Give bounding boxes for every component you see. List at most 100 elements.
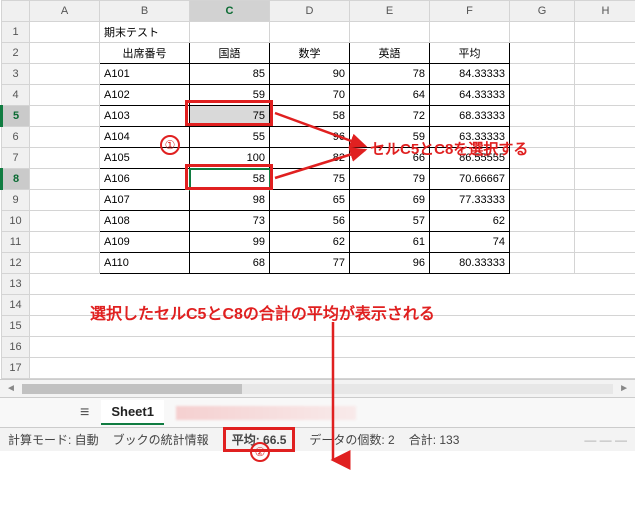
cell[interactable] xyxy=(510,211,575,232)
cell-s[interactable]: 56 xyxy=(270,211,350,232)
cell-avg[interactable]: 77.33333 xyxy=(430,190,510,211)
row-header-6[interactable]: 6 xyxy=(2,127,30,148)
col-header-H[interactable]: H xyxy=(575,1,635,22)
cell[interactable] xyxy=(510,169,575,190)
row-header-5[interactable]: 5 xyxy=(2,106,30,127)
cell[interactable] xyxy=(30,190,100,211)
cell[interactable] xyxy=(510,43,575,64)
cell[interactable] xyxy=(575,22,635,43)
cell[interactable] xyxy=(30,106,100,127)
hdr-id[interactable]: 出席番号 xyxy=(100,43,190,64)
cell-k[interactable]: 99 xyxy=(190,232,270,253)
cell[interactable] xyxy=(30,43,100,64)
hdr-eigo[interactable]: 英語 xyxy=(350,43,430,64)
row-header-9[interactable]: 9 xyxy=(2,190,30,211)
cell-s[interactable]: 75 xyxy=(270,169,350,190)
cell-avg[interactable]: 74 xyxy=(430,232,510,253)
row-header-17[interactable]: 17 xyxy=(2,358,30,379)
cell-e[interactable]: 69 xyxy=(350,190,430,211)
cell-avg[interactable]: 64.33333 xyxy=(430,85,510,106)
worksheet-area[interactable]: A B C D E F G H 1期末テスト 2 出席番号 国語 数学 英語 平… xyxy=(0,0,635,379)
all-sheets-icon[interactable]: ≡ xyxy=(80,404,89,422)
cell-avg[interactable]: 68.33333 xyxy=(430,106,510,127)
cell-k[interactable]: 98 xyxy=(190,190,270,211)
cell[interactable] xyxy=(575,85,635,106)
scroll-thumb[interactable] xyxy=(22,384,242,394)
row-header-16[interactable]: 16 xyxy=(2,337,30,358)
cell-s[interactable]: 77 xyxy=(270,253,350,274)
col-header-B[interactable]: B xyxy=(100,1,190,22)
cell-s[interactable]: 90 xyxy=(270,64,350,85)
cell[interactable] xyxy=(510,22,575,43)
cell[interactable] xyxy=(30,127,100,148)
cell-k[interactable]: 73 xyxy=(190,211,270,232)
cell-e[interactable]: 61 xyxy=(350,232,430,253)
status-calc-mode[interactable]: 計算モード: 自動 xyxy=(8,431,99,448)
cell-s[interactable]: 70 xyxy=(270,85,350,106)
cell-k[interactable]: 68 xyxy=(190,253,270,274)
cell[interactable] xyxy=(575,169,635,190)
col-header-G[interactable]: G xyxy=(510,1,575,22)
cell-s[interactable]: 96 xyxy=(270,127,350,148)
cell-avg[interactable]: 84.33333 xyxy=(430,64,510,85)
row-header-15[interactable]: 15 xyxy=(2,316,30,337)
col-header-D[interactable]: D xyxy=(270,1,350,22)
select-all-corner[interactable] xyxy=(2,1,30,22)
cell-e[interactable]: 78 xyxy=(350,64,430,85)
hdr-heikin[interactable]: 平均 xyxy=(430,43,510,64)
cell-id[interactable]: A107 xyxy=(100,190,190,211)
col-header-E[interactable]: E xyxy=(350,1,430,22)
hdr-sugaku[interactable]: 数学 xyxy=(270,43,350,64)
cell[interactable] xyxy=(510,64,575,85)
row-header-8[interactable]: 8 xyxy=(2,169,30,190)
cell[interactable] xyxy=(575,43,635,64)
cell[interactable] xyxy=(510,190,575,211)
cell-k[interactable]: 100 xyxy=(190,148,270,169)
row-header-4[interactable]: 4 xyxy=(2,85,30,106)
cell[interactable] xyxy=(30,274,635,295)
cell[interactable] xyxy=(30,232,100,253)
cell-id[interactable]: A109 xyxy=(100,232,190,253)
cell[interactable] xyxy=(30,169,100,190)
cell-title[interactable]: 期末テスト xyxy=(100,22,190,43)
col-header-A[interactable]: A xyxy=(30,1,100,22)
cell-C8[interactable]: 58 xyxy=(190,169,270,190)
row-header-1[interactable]: 1 xyxy=(2,22,30,43)
cell[interactable] xyxy=(575,190,635,211)
cell[interactable] xyxy=(575,211,635,232)
col-header-C[interactable]: C xyxy=(190,1,270,22)
cell[interactable] xyxy=(575,148,635,169)
scroll-left-icon[interactable]: ◄ xyxy=(6,383,16,394)
cell[interactable] xyxy=(30,64,100,85)
cell[interactable] xyxy=(350,22,430,43)
row-header-10[interactable]: 10 xyxy=(2,211,30,232)
row-header-12[interactable]: 12 xyxy=(2,253,30,274)
cell-id[interactable]: A102 xyxy=(100,85,190,106)
cell-id[interactable]: A110 xyxy=(100,253,190,274)
scroll-track[interactable] xyxy=(22,384,613,394)
cell[interactable] xyxy=(510,85,575,106)
cell-id[interactable]: A103 xyxy=(100,106,190,127)
cell-e[interactable]: 64 xyxy=(350,85,430,106)
row-header-3[interactable]: 3 xyxy=(2,64,30,85)
cell-k[interactable]: 85 xyxy=(190,64,270,85)
cell-C5[interactable]: 75 xyxy=(190,106,270,127)
cell[interactable] xyxy=(30,211,100,232)
cell[interactable] xyxy=(575,106,635,127)
cell-e[interactable]: 79 xyxy=(350,169,430,190)
status-book-stats[interactable]: ブックの統計情報 xyxy=(113,431,209,448)
cell-s[interactable]: 58 xyxy=(270,106,350,127)
cell-e[interactable]: 72 xyxy=(350,106,430,127)
col-header-F[interactable]: F xyxy=(430,1,510,22)
cell[interactable] xyxy=(30,253,100,274)
cell[interactable] xyxy=(510,106,575,127)
cell-id[interactable]: A101 xyxy=(100,64,190,85)
cell-avg[interactable]: 70.66667 xyxy=(430,169,510,190)
row-header-13[interactable]: 13 xyxy=(2,274,30,295)
cell[interactable] xyxy=(30,337,635,358)
cell-e[interactable]: 96 xyxy=(350,253,430,274)
cell[interactable] xyxy=(575,232,635,253)
cell[interactable] xyxy=(510,232,575,253)
row-header-2[interactable]: 2 xyxy=(2,43,30,64)
row-header-14[interactable]: 14 xyxy=(2,295,30,316)
